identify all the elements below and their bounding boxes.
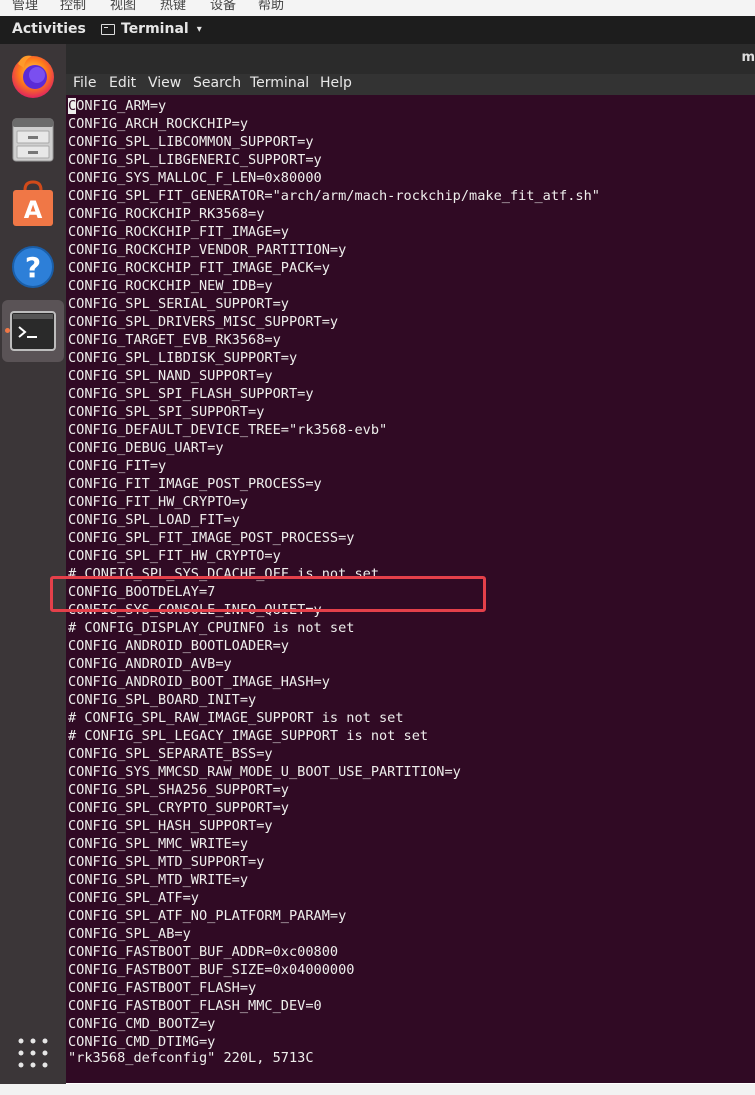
terminal-line: CONFIG_SPL_SEPARATE_BSS=y bbox=[68, 746, 273, 762]
activities-button[interactable]: Activities bbox=[12, 21, 86, 37]
svg-text:A: A bbox=[24, 196, 43, 224]
file-cabinet-icon bbox=[12, 118, 54, 162]
terminal-line: CONFIG_CMD_BOOTZ=y bbox=[68, 1016, 216, 1032]
terminal-line: CONFIG_ROCKCHIP_VENDOR_PARTITION=y bbox=[68, 242, 347, 258]
terminal-line: CONFIG_SPL_LOAD_FIT=y bbox=[68, 512, 240, 528]
menu-file[interactable]: File bbox=[73, 75, 96, 91]
host-menu-device[interactable]: 设备 bbox=[210, 0, 236, 13]
host-menu-hotkey[interactable]: 热键 bbox=[160, 0, 186, 13]
terminal-line: CONFIG_SPL_AB=y bbox=[68, 926, 191, 942]
terminal-line: CONFIG_SYS_CONSOLE_INFO_QUIET=y bbox=[68, 602, 322, 618]
host-menu-view[interactable]: 视图 bbox=[110, 0, 136, 13]
host-menubar: 管理 控制 视图 热键 设备 帮助 bbox=[0, 0, 755, 16]
terminal-line: CONFIG_SPL_MTD_SUPPORT=y bbox=[68, 854, 265, 870]
terminal-lines: CONFIG_ARM=y CONFIG_ARCH_ROCKCHIP=y CONFI… bbox=[68, 97, 600, 1051]
terminal-line: CONFIG_ROCKCHIP_NEW_IDB=y bbox=[68, 278, 273, 294]
menu-edit[interactable]: Edit bbox=[109, 75, 136, 91]
terminal-line: CONFIG_FASTBOOT_BUF_ADDR=0xc00800 bbox=[68, 944, 339, 960]
terminal-line: CONFIG_SPL_HASH_SUPPORT=y bbox=[68, 818, 273, 834]
terminal-content[interactable]: CONFIG_ARM=y CONFIG_ARCH_ROCKCHIP=y CONFI… bbox=[66, 95, 755, 1083]
terminal-line: CONFIG_ROCKCHIP_FIT_IMAGE_PACK=y bbox=[68, 260, 330, 276]
active-indicator bbox=[5, 328, 10, 333]
terminal-line: CONFIG_SPL_FIT_IMAGE_POST_PROCESS=y bbox=[68, 530, 355, 546]
terminal-line: CONFIG_SPL_LIBGENERIC_SUPPORT=y bbox=[68, 152, 322, 168]
dock-item-software[interactable]: A bbox=[2, 172, 64, 234]
terminal-line: CONFIG_SPL_CRYPTO_SUPPORT=y bbox=[68, 800, 289, 816]
terminal-line: CONFIG_SPL_BOARD_INIT=y bbox=[68, 692, 257, 708]
firefox-icon bbox=[12, 55, 54, 98]
terminal-line: CONFIG_TARGET_EVB_RK3568=y bbox=[68, 332, 281, 348]
terminal-line: CONFIG_DEFAULT_DEVICE_TREE="rk3568-evb" bbox=[68, 422, 388, 438]
terminal-line: # CONFIG_SPL_RAW_IMAGE_SUPPORT is not se… bbox=[68, 710, 404, 726]
dock-show-applications[interactable] bbox=[2, 1022, 64, 1084]
terminal-line: CONFIG_SPL_MMC_WRITE=y bbox=[68, 836, 249, 852]
chevron-down-icon: ▾ bbox=[196, 23, 202, 35]
terminal-line: CONFIG_FIT_IMAGE_POST_PROCESS=y bbox=[68, 476, 322, 492]
dock-item-terminal[interactable] bbox=[2, 300, 64, 362]
terminal-line: CONFIG_ROCKCHIP_RK3568=y bbox=[68, 206, 265, 222]
host-menu-control[interactable]: 控制 bbox=[60, 0, 86, 13]
terminal-icon bbox=[101, 23, 115, 35]
terminal-line: CONFIG_FASTBOOT_FLASH=y bbox=[68, 980, 257, 996]
terminal-line: CONFIG_FASTBOOT_BUF_SIZE=0x04000000 bbox=[68, 962, 355, 978]
terminal-line: CONFIG_SPL_ATF=y bbox=[68, 890, 199, 906]
terminal-line: CONFIG_SPL_LIBCOMMON_SUPPORT=y bbox=[68, 134, 314, 150]
terminal-line: CONFIG_FIT_HW_CRYPTO=y bbox=[68, 494, 249, 510]
terminal-line: CONFIG_SPL_DRIVERS_MISC_SUPPORT=y bbox=[68, 314, 339, 330]
apps-grid-icon bbox=[18, 1038, 48, 1068]
host-menu-help[interactable]: 帮助 bbox=[258, 0, 284, 13]
terminal-line: CONFIG_SPL_FIT_GENERATOR="arch/arm/mach-… bbox=[68, 188, 600, 204]
terminal-line: CONFIG_SPL_FIT_HW_CRYPTO=y bbox=[68, 548, 281, 564]
vim-status-line: "rk3568_defconfig" 220L, 5713C bbox=[68, 1050, 314, 1066]
terminal-menubar: File Edit View Search Terminal Help bbox=[66, 74, 755, 95]
terminal-line-text: ONFIG_ARM=y bbox=[76, 98, 167, 114]
terminal-line: CONFIG_SYS_MALLOC_F_LEN=0x80000 bbox=[68, 170, 322, 186]
dock-item-files[interactable] bbox=[2, 108, 64, 170]
terminal-line: # CONFIG_DISPLAY_CPUINFO is not set bbox=[68, 620, 355, 636]
terminal-line: CONFIG_ARM=y bbox=[68, 97, 600, 115]
terminal-line: CONFIG_SPL_SHA256_SUPPORT=y bbox=[68, 782, 289, 798]
software-store-icon: A bbox=[13, 180, 53, 226]
gnome-topbar: Activities Terminal ▾ bbox=[0, 16, 755, 44]
terminal-line: # CONFIG_SPL_SYS_DCACHE_OFF is not set bbox=[68, 566, 379, 582]
terminal-line: CONFIG_ROCKCHIP_FIT_IMAGE=y bbox=[68, 224, 289, 240]
terminal-line: CONFIG_SPL_MTD_WRITE=y bbox=[68, 872, 249, 888]
app-menu[interactable]: Terminal ▾ bbox=[101, 21, 202, 37]
menu-terminal[interactable]: Terminal bbox=[250, 75, 309, 91]
terminal-line: CONFIG_SYS_MMCSD_RAW_MODE_U_BOOT_USE_PAR… bbox=[68, 764, 461, 780]
terminal-line: CONFIG_SPL_ATF_NO_PLATFORM_PARAM=y bbox=[68, 908, 347, 924]
terminal-line: CONFIG_ANDROID_BOOT_IMAGE_HASH=y bbox=[68, 674, 330, 690]
terminal-line: CONFIG_SPL_SPI_SUPPORT=y bbox=[68, 404, 265, 420]
terminal-icon bbox=[10, 311, 56, 351]
bottom-strip bbox=[0, 1084, 755, 1095]
terminal-line: CONFIG_ARCH_ROCKCHIP=y bbox=[68, 116, 249, 132]
terminal-title: m bbox=[741, 50, 755, 65]
terminal-line: CONFIG_DEBUG_UART=y bbox=[68, 440, 224, 456]
terminal-titlebar[interactable]: m bbox=[66, 44, 755, 74]
terminal-line: CONFIG_SPL_LIBDISK_SUPPORT=y bbox=[68, 350, 298, 366]
menu-help[interactable]: Help bbox=[320, 75, 352, 91]
help-icon: ? bbox=[12, 246, 54, 288]
dock: A ? bbox=[0, 44, 66, 1084]
dock-item-help[interactable]: ? bbox=[2, 236, 64, 298]
dock-item-firefox[interactable] bbox=[2, 44, 64, 106]
terminal-line: CONFIG_ANDROID_AVB=y bbox=[68, 656, 232, 672]
terminal-line: CONFIG_FASTBOOT_FLASH_MMC_DEV=0 bbox=[68, 998, 322, 1014]
terminal-line: # CONFIG_SPL_LEGACY_IMAGE_SUPPORT is not… bbox=[68, 728, 429, 744]
menu-view[interactable]: View bbox=[148, 75, 181, 91]
text-cursor: C bbox=[68, 98, 77, 114]
terminal-line: CONFIG_SPL_SERIAL_SUPPORT=y bbox=[68, 296, 289, 312]
svg-text:?: ? bbox=[25, 251, 41, 284]
menu-search[interactable]: Search bbox=[193, 75, 241, 91]
terminal-line: CONFIG_FIT=y bbox=[68, 458, 167, 474]
terminal-line: CONFIG_SPL_SPI_FLASH_SUPPORT=y bbox=[68, 386, 314, 402]
terminal-line: CONFIG_BOOTDELAY=7 bbox=[68, 584, 216, 600]
host-menu-manage[interactable]: 管理 bbox=[12, 0, 38, 13]
terminal-line: CONFIG_ANDROID_BOOTLOADER=y bbox=[68, 638, 289, 654]
terminal-line: CONFIG_CMD_DTIMG=y bbox=[68, 1034, 216, 1050]
terminal-line: CONFIG_SPL_NAND_SUPPORT=y bbox=[68, 368, 273, 384]
app-menu-label: Terminal bbox=[121, 21, 189, 37]
